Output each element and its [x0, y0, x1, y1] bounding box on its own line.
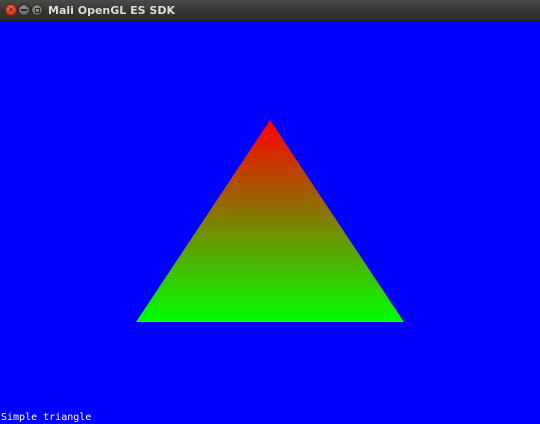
window-title: Mali OpenGL ES SDK: [48, 4, 175, 17]
app-window: × Mali OpenGL ES SDK Simple triangle: [0, 0, 540, 424]
close-icon[interactable]: ×: [5, 4, 17, 16]
gl-canvas: [136, 120, 404, 322]
gl-viewport: Simple triangle: [0, 21, 540, 424]
colored-triangle: [136, 120, 404, 322]
title-bar[interactable]: × Mali OpenGL ES SDK: [0, 0, 540, 21]
demo-label: Simple triangle: [1, 412, 92, 423]
minimize-icon[interactable]: [18, 4, 30, 16]
maximize-icon[interactable]: [31, 4, 43, 16]
